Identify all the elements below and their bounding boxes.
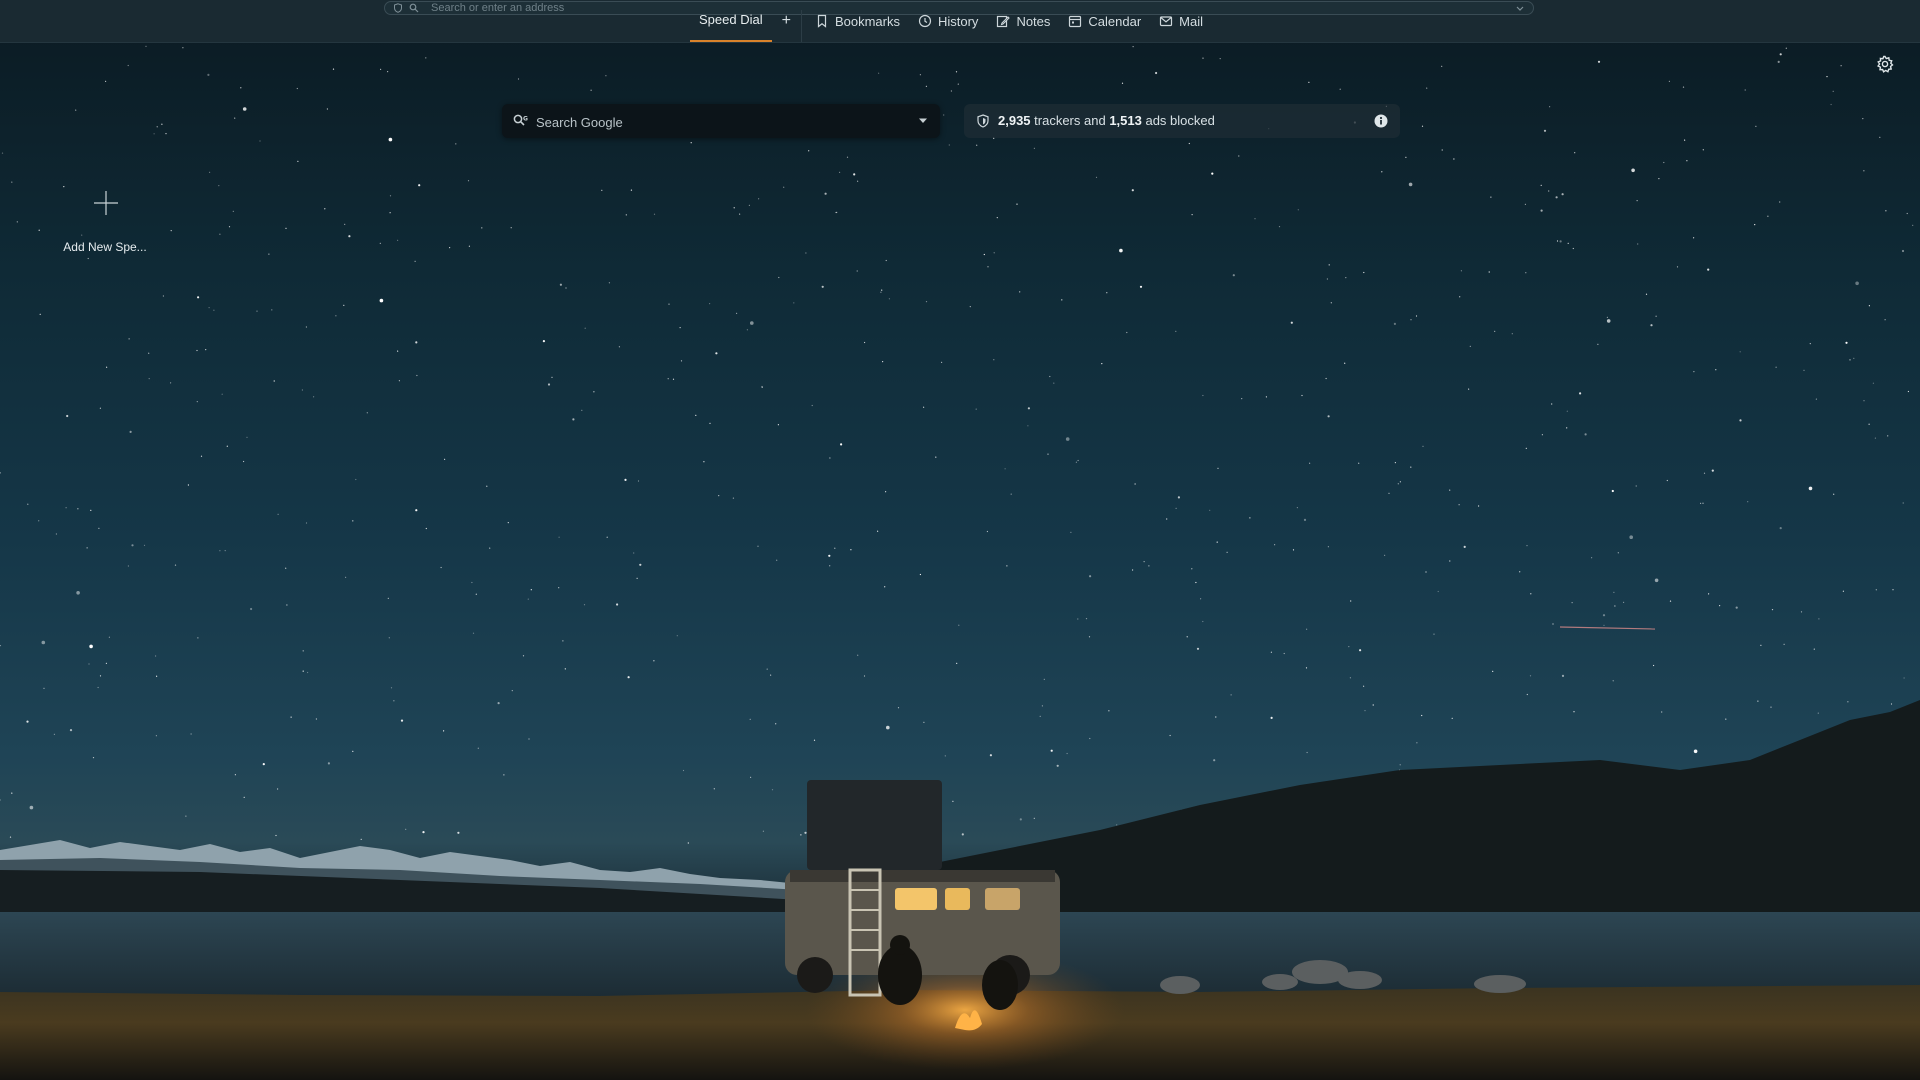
add-speed-dial-button[interactable]: Add New Spe... — [55, 170, 155, 260]
tracker-stats-text: 2,935 trackers and 1,513 ads blocked — [998, 113, 1215, 128]
gear-icon[interactable] — [1876, 55, 1894, 73]
pencil-icon — [997, 15, 1011, 28]
tab-label: Notes — [1016, 13, 1051, 29]
trackers-count: 2,935 — [998, 113, 1031, 128]
tab-calendar[interactable]: Calendar — [1059, 10, 1150, 32]
tab-label: Bookmarks — [834, 13, 900, 29]
plus-icon: + — [781, 12, 791, 29]
wallpaper-night-sky — [0, 45, 1920, 1080]
tracker-blocker-stats: 2,935 trackers and 1,513 ads blocked — [964, 104, 1400, 138]
ads-count: 1,513 — [1109, 113, 1142, 128]
mail-icon — [1160, 16, 1173, 27]
camper-van — [785, 780, 1060, 997]
search-engine-icon: G — [513, 114, 528, 126]
shield-icon — [977, 114, 989, 128]
calendar-icon — [1069, 15, 1082, 28]
trackers-label: trackers and — [1030, 113, 1110, 128]
engine-dropdown-icon[interactable] — [918, 117, 928, 125]
tab-notes[interactable]: Notes — [987, 10, 1059, 32]
browser-toolbar: Speed Dial + Bookmarks History — [0, 0, 1920, 43]
svg-text:G: G — [523, 116, 528, 123]
tab-bookmarks[interactable]: Bookmarks — [806, 10, 909, 32]
tab-speed-dial[interactable]: Speed Dial — [690, 10, 772, 42]
add-speed-dial-label: Add New Spe... — [63, 240, 147, 254]
shield-icon[interactable] — [393, 3, 403, 13]
info-icon[interactable] — [1374, 114, 1388, 128]
tab-label: Mail — [1179, 13, 1204, 29]
clock-icon — [918, 14, 932, 28]
bookmark-icon — [817, 14, 827, 28]
plus-icon — [94, 191, 118, 215]
tab-label: Speed Dial — [699, 12, 763, 27]
add-tab-button[interactable]: + — [772, 10, 801, 32]
tab-divider — [800, 10, 802, 42]
tab-label: Calendar — [1088, 13, 1142, 29]
search-icon — [409, 3, 419, 13]
start-page: Speed Dial + Bookmarks History — [0, 0, 1920, 1080]
search-input[interactable] — [534, 104, 908, 140]
tab-mail[interactable]: Mail — [1150, 10, 1212, 32]
start-page-tabs: Speed Dial + Bookmarks History Notes Cal… — [690, 10, 1212, 42]
tab-history[interactable]: History — [909, 10, 987, 32]
ads-label: ads blocked — [1141, 113, 1215, 128]
search-field[interactable]: G — [502, 104, 940, 140]
chevron-down-icon[interactable] — [1515, 3, 1525, 13]
stars — [0, 45, 1914, 862]
tab-label: History — [937, 13, 979, 29]
